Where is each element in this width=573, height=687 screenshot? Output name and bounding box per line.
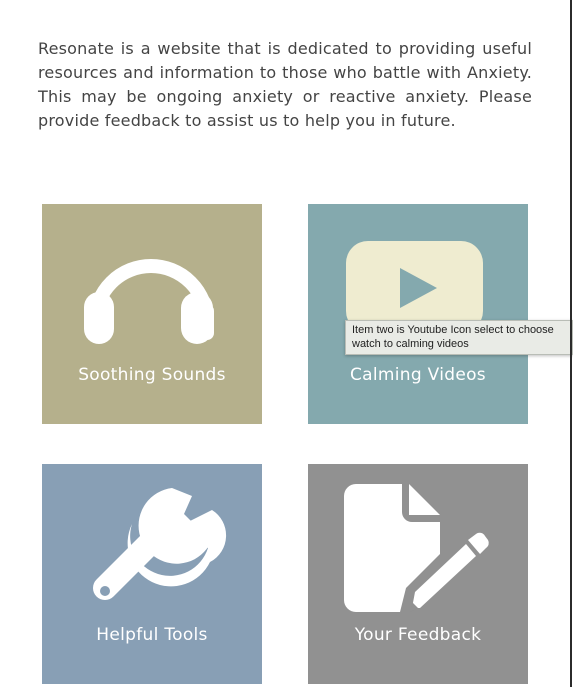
tile-label: Helpful Tools bbox=[96, 625, 208, 645]
tooltip: Item two is Youtube Icon select to choos… bbox=[345, 320, 573, 355]
tile-helpful-tools[interactable]: Helpful Tools bbox=[42, 464, 262, 684]
tile-calming-videos[interactable]: Calming Videos bbox=[308, 204, 528, 424]
youtube-play-icon bbox=[346, 241, 483, 333]
tile-soothing-sounds[interactable]: Soothing Sounds bbox=[42, 204, 262, 424]
wrench-icon bbox=[93, 488, 227, 600]
tile-label: Your Feedback bbox=[354, 625, 482, 645]
window-edge bbox=[570, 0, 572, 687]
tile-your-feedback[interactable]: Your Feedback bbox=[308, 464, 528, 684]
headphones-icon bbox=[84, 259, 214, 344]
tile-label: Calming Videos bbox=[350, 365, 486, 385]
tile-label: Soothing Sounds bbox=[78, 365, 226, 385]
document-edit-icon bbox=[344, 484, 489, 612]
intro-paragraph: Resonate is a website that is dedicated … bbox=[38, 39, 532, 130]
page: Resonate is a website that is dedicated … bbox=[0, 0, 573, 687]
